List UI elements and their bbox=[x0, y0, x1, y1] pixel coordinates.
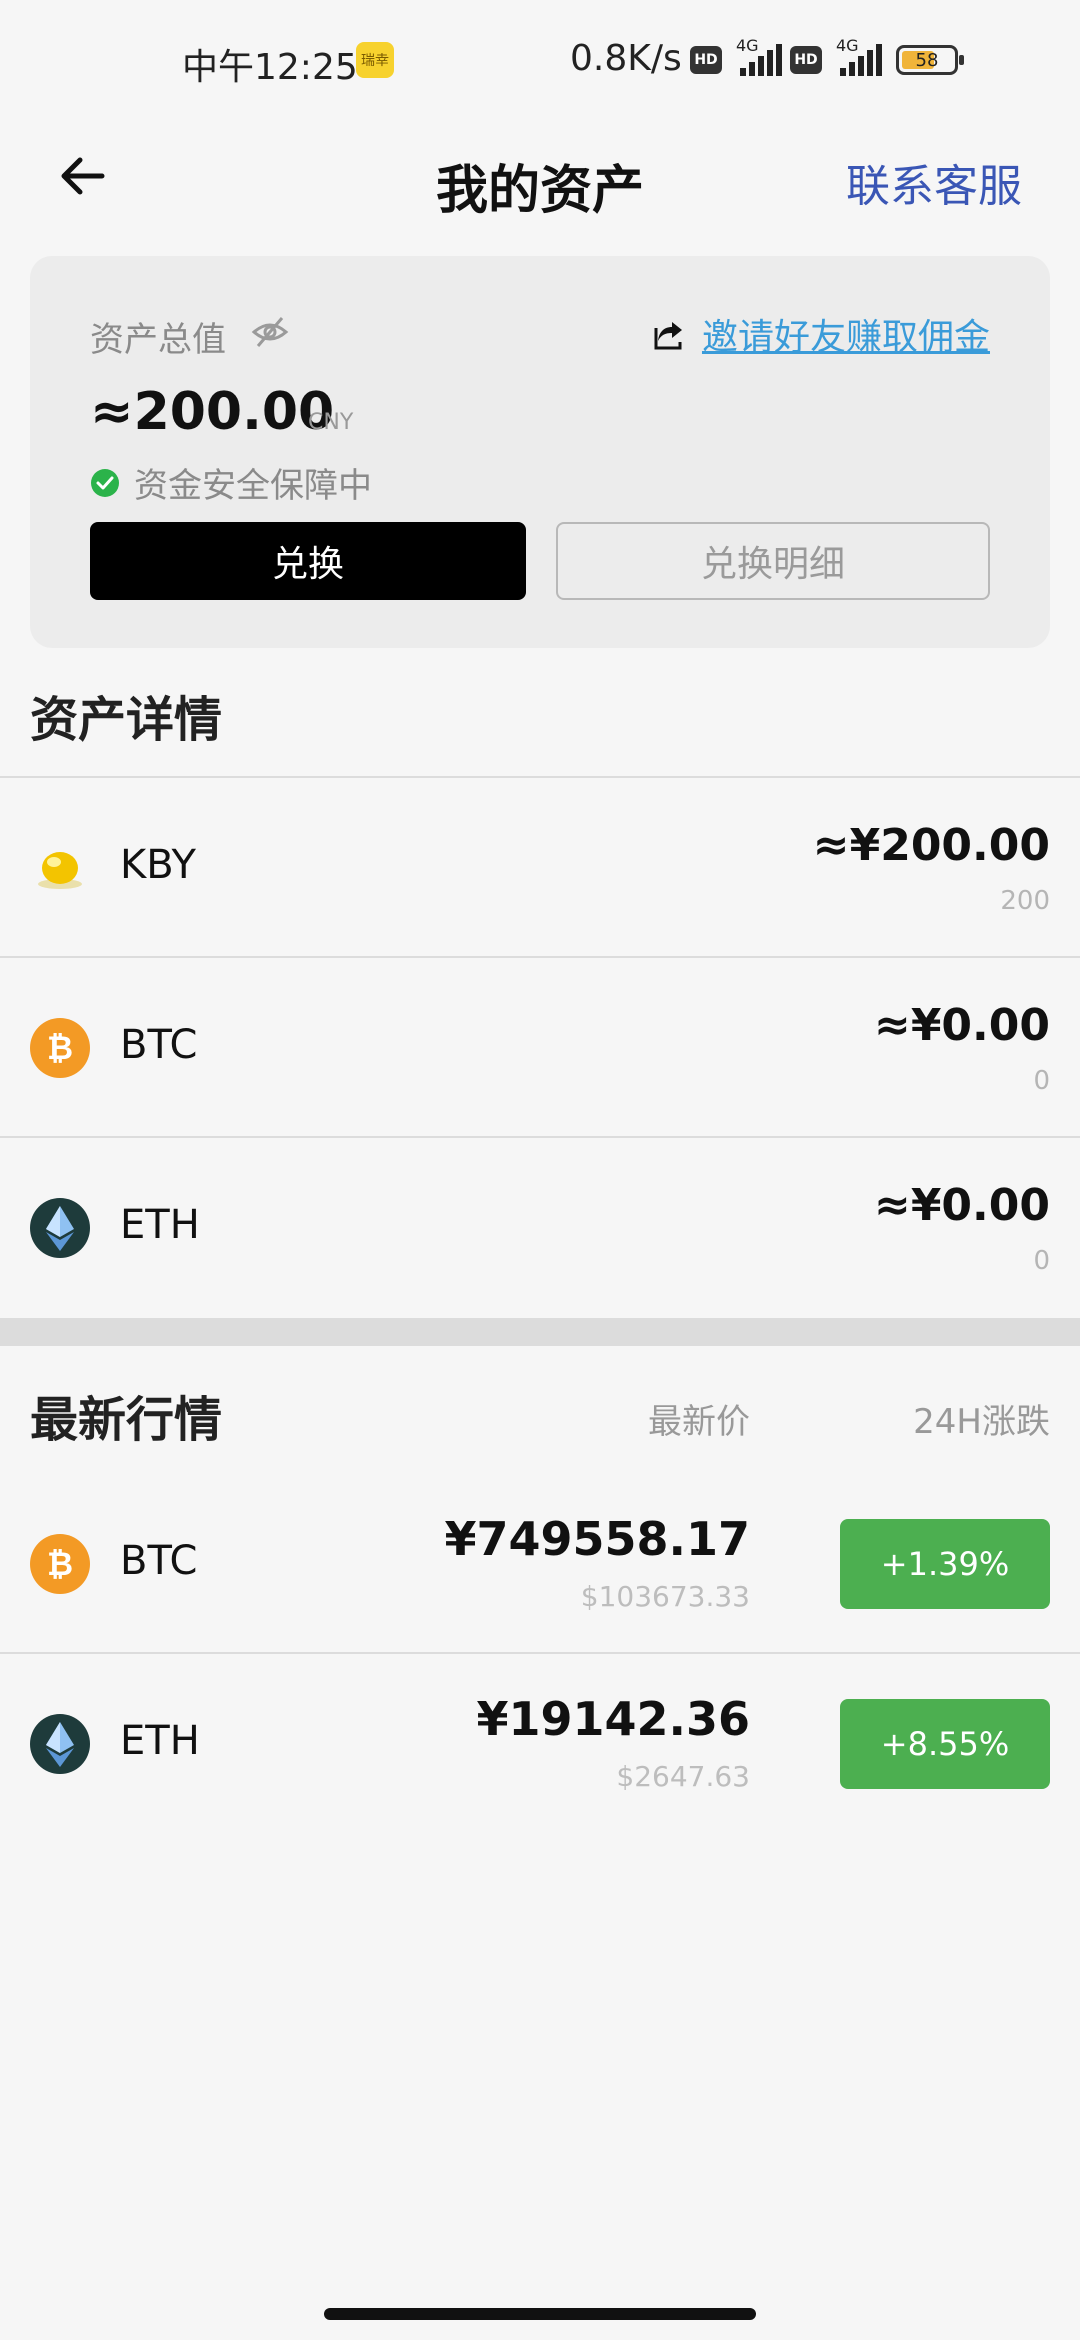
asset-name: KBY bbox=[120, 842, 196, 888]
asset-row-kby[interactable]: KBY ≈¥200.00 200 bbox=[0, 778, 1080, 958]
signal-icon: 4G bbox=[730, 36, 782, 76]
asset-value: ≈¥0.00 bbox=[873, 1000, 1050, 1051]
btc-coin-icon: ₿ bbox=[30, 1018, 90, 1078]
market-coin-name: BTC bbox=[120, 1538, 198, 1584]
status-icons: HD 4G HD 4G 58 bbox=[690, 36, 964, 80]
change-badge: +8.55% bbox=[840, 1699, 1050, 1789]
assets-page: 中午12:25 瑞幸 0.8K/s HD 4G HD 4G 58 我的资产 联系… bbox=[0, 0, 1080, 2340]
hd-icon: HD bbox=[790, 46, 822, 74]
price-cny: ¥19142.36 bbox=[476, 1692, 750, 1746]
asset-summary-card: 资产总值 邀请好友赚取佣金 ≈200.00 CNY 资金安全保障中 兑换 兑换明… bbox=[30, 256, 1050, 648]
battery-level: 58 bbox=[915, 49, 939, 71]
change-column-header: 24H涨跌 bbox=[913, 1402, 1050, 1442]
eth-coin-icon bbox=[30, 1198, 90, 1258]
contact-support-link[interactable]: 联系客服 bbox=[846, 150, 1022, 214]
market-title: 最新行情 bbox=[30, 1392, 223, 1448]
battery-icon: 58 bbox=[896, 45, 964, 75]
change-badge: +1.39% bbox=[840, 1519, 1050, 1609]
price-column-header: 最新价 bbox=[648, 1402, 750, 1442]
section-divider bbox=[0, 1318, 1080, 1346]
asset-amount: 0 bbox=[1033, 1066, 1050, 1096]
exchange-button[interactable]: 兑换 bbox=[90, 522, 526, 600]
app-badge-icon: 瑞幸 bbox=[356, 42, 394, 78]
hd-icon: HD bbox=[690, 46, 722, 74]
price-usd: $103673.33 bbox=[580, 1580, 750, 1613]
btc-coin-icon: ₿ bbox=[30, 1534, 90, 1594]
svg-text:₿: ₿ bbox=[47, 1545, 73, 1583]
asset-row-btc[interactable]: ₿ BTC ≈¥0.00 0 bbox=[0, 958, 1080, 1138]
asset-name: ETH bbox=[120, 1202, 200, 1248]
status-time: 中午12:25 bbox=[182, 47, 358, 88]
exchange-detail-button[interactable]: 兑换明细 bbox=[556, 522, 990, 600]
asset-details-title: 资产详情 bbox=[30, 692, 223, 748]
invite-text[interactable]: 邀请好友赚取佣金 bbox=[702, 308, 990, 360]
price-cny: ¥749558.17 bbox=[444, 1512, 750, 1566]
svg-text:₿: ₿ bbox=[47, 1029, 73, 1067]
kby-coin-icon bbox=[38, 852, 82, 889]
signal-icon: 4G bbox=[830, 36, 882, 76]
network-speed: 0.8K/s bbox=[570, 38, 682, 79]
asset-value: ≈¥0.00 bbox=[873, 1180, 1050, 1231]
total-assets-unit: CNY bbox=[308, 410, 354, 435]
invite-friends-link[interactable]: 邀请好友赚取佣金 bbox=[650, 308, 990, 360]
total-assets-label: 资产总值 bbox=[90, 320, 226, 360]
asset-value: ≈¥200.00 bbox=[812, 820, 1050, 871]
asset-amount: 200 bbox=[1000, 886, 1050, 916]
market-row-btc[interactable]: ₿ BTC ¥749558.17 $103673.33 +1.39% bbox=[0, 1474, 1080, 1654]
market-row-eth[interactable]: ETH ¥19142.36 $2647.63 +8.55% bbox=[0, 1654, 1080, 1834]
eth-coin-icon bbox=[30, 1714, 90, 1774]
security-status: 资金安全保障中 bbox=[90, 458, 372, 507]
asset-row-eth[interactable]: ETH ≈¥0.00 0 bbox=[0, 1138, 1080, 1318]
eye-off-icon[interactable] bbox=[250, 312, 290, 352]
market-coin-name: ETH bbox=[120, 1718, 200, 1764]
asset-amount: 0 bbox=[1033, 1246, 1050, 1276]
app-header: 我的资产 联系客服 bbox=[0, 120, 1080, 230]
share-icon bbox=[654, 322, 682, 350]
status-bar: 中午12:25 瑞幸 0.8K/s HD 4G HD 4G 58 bbox=[0, 0, 1080, 120]
check-circle-icon bbox=[91, 468, 119, 497]
security-text: 资金安全保障中 bbox=[134, 466, 372, 506]
asset-name: BTC bbox=[120, 1022, 198, 1068]
home-indicator[interactable] bbox=[324, 2308, 756, 2320]
total-assets-value: ≈200.00 bbox=[90, 382, 335, 442]
price-usd: $2647.63 bbox=[616, 1760, 750, 1793]
